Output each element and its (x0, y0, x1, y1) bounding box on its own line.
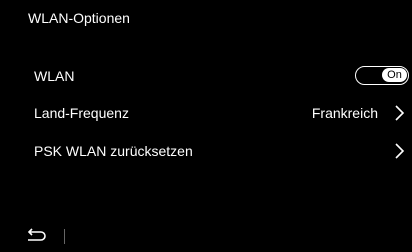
country-frequency-label: Land-Frequenz (34, 105, 129, 121)
country-frequency-row[interactable]: Land-Frequenz Frankreich (34, 95, 409, 131)
reset-psk-row[interactable]: PSK WLAN zurücksetzen (34, 133, 409, 169)
footer-bar (0, 222, 412, 252)
reset-psk-label: PSK WLAN zurücksetzen (34, 143, 193, 159)
back-arrow-icon[interactable] (24, 228, 48, 244)
wlan-toggle[interactable]: On (355, 66, 409, 85)
wlan-row[interactable]: WLAN On (34, 58, 409, 94)
page-title: WLAN-Optionen (28, 10, 130, 26)
chevron-right-icon (395, 105, 405, 121)
chevron-right-icon (395, 143, 405, 159)
footer-divider (64, 229, 65, 244)
wlan-toggle-knob: On (382, 68, 407, 82)
country-frequency-value: Frankreich (311, 105, 378, 121)
wlan-options-screen: WLAN-Optionen WLAN On Land-Frequenz Fran… (0, 0, 412, 252)
wlan-label: WLAN (34, 68, 75, 84)
